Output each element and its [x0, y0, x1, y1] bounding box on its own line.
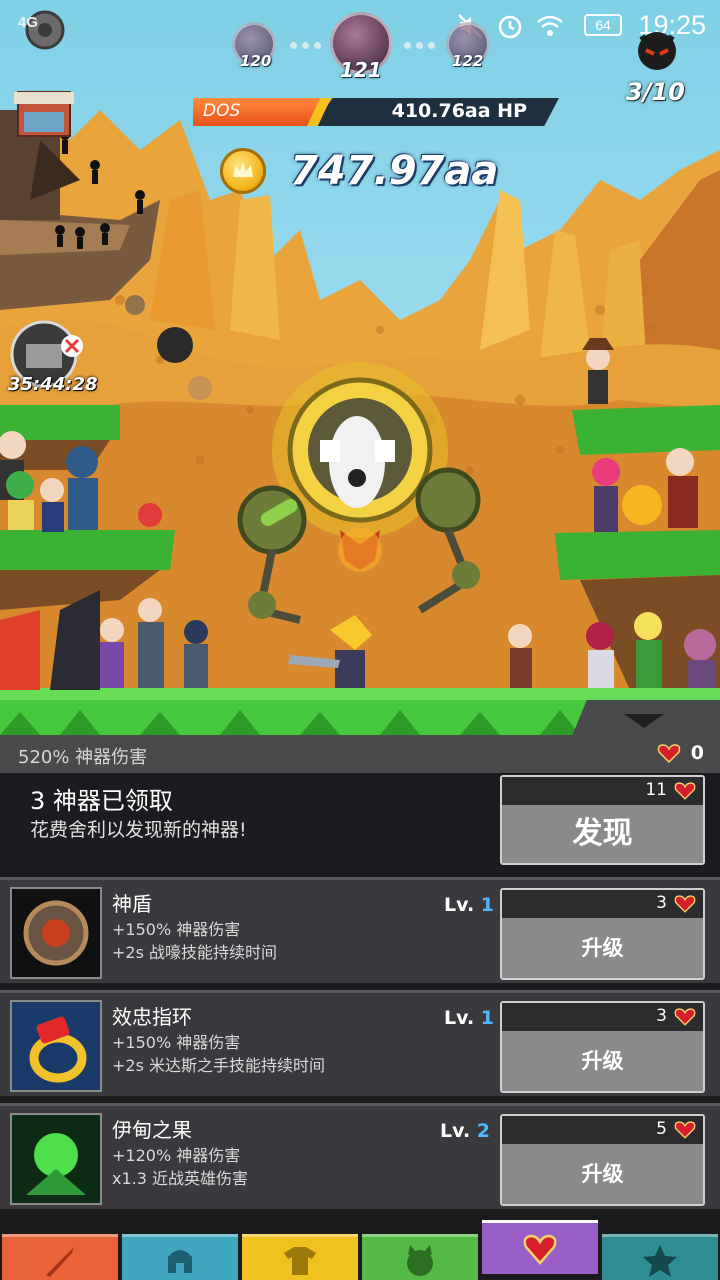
upgrade-button[interactable]: 5 升级: [500, 1114, 705, 1206]
fruit-icon: [10, 1113, 102, 1205]
discover-section: 3 神器已领取 花费舍利以发现新的神器! 11 发现: [0, 773, 720, 873]
artifact-damage-bar: 520% 神器伤害 0: [0, 735, 720, 773]
artifact-name: 效忠指环: [112, 1005, 192, 1029]
wifi-icon: [537, 15, 563, 36]
discover-cost: 11: [502, 777, 703, 805]
tab-equipment[interactable]: [242, 1234, 358, 1280]
artifact-row: 效忠指环 +150% 神器伤害 +2s 米达斯之手技能持续时间 Lv. 1 3 …: [0, 990, 720, 1096]
artifacts-owned-title: 3 神器已领取: [30, 787, 173, 815]
sword-icon: [46, 1247, 74, 1277]
ring-icon: [10, 1000, 102, 1092]
stage-dot: [428, 42, 435, 49]
shirt-icon: [284, 1247, 316, 1275]
prev-stage-number: 120: [240, 52, 272, 70]
artifact-level: Lv. 2: [440, 1120, 491, 1142]
battery-indicator: 64: [584, 14, 622, 36]
bottom-tab-bar: [0, 1220, 720, 1280]
boss-face-icon: [638, 32, 676, 70]
discover-button[interactable]: 11 发现: [500, 775, 705, 865]
battle-scene[interactable]: 4G 64 19:25 120 121 122 3/10 DOS 410.76a…: [0, 0, 720, 735]
gold-amount: 747.97aa: [290, 148, 499, 194]
chevron-down-icon: [624, 714, 664, 728]
upgrade-button-label: 升级: [502, 918, 703, 978]
discover-button-label: 发现: [502, 805, 703, 863]
upgrade-button[interactable]: 3 升级: [500, 888, 705, 980]
relic-count: 0: [690, 742, 704, 764]
panel-toggle-button[interactable]: [572, 700, 720, 736]
boss-name: DOS: [203, 101, 241, 121]
tab-artifacts[interactable]: [482, 1220, 598, 1274]
stage-dot: [404, 42, 411, 49]
star-icon: [643, 1245, 677, 1277]
stage-dot: [302, 42, 309, 49]
artifact-name: 神盾: [112, 892, 152, 916]
stage-dot: [314, 42, 321, 49]
boss-hp-bar: DOS 410.76aa HP: [193, 98, 559, 126]
relic-icon: [674, 1008, 696, 1026]
artifact-level: Lv. 1: [444, 894, 495, 916]
relic-icon: [674, 895, 696, 913]
artifact-effect: x1.3 近战英雄伤害: [112, 1169, 249, 1188]
boss-hp-value: 410.76aa HP: [391, 100, 527, 122]
artifact-effect: +150% 神器伤害: [112, 1033, 241, 1052]
gold-coin-icon: [220, 148, 266, 194]
network-indicator: 4G: [18, 14, 39, 31]
relic-icon: [657, 744, 681, 764]
upgrade-cost: 5: [502, 1116, 703, 1144]
artifact-level: Lv. 1: [444, 1007, 495, 1029]
discover-cost-value: 11: [645, 780, 667, 800]
artifact-effect: +2s 米达斯之手技能持续时间: [112, 1056, 326, 1075]
tab-heroes[interactable]: [122, 1234, 238, 1280]
upgrade-button-label: 升级: [502, 1144, 703, 1204]
shop-icon: [14, 91, 74, 137]
upgrade-cost: 3: [502, 1003, 703, 1031]
relic-icon: [674, 1121, 696, 1139]
upgrade-button[interactable]: 3 升级: [500, 1001, 705, 1093]
game-screen: 4G 64 19:25 120 121 122 3/10 DOS 410.76a…: [0, 0, 720, 1280]
upgrade-cost: 3: [502, 890, 703, 918]
aegis-shield-icon: [10, 887, 102, 979]
stage-dot: [416, 42, 423, 49]
winged-heart-icon: [523, 1234, 557, 1265]
pet-icon: [407, 1245, 433, 1276]
artifact-effect: +120% 神器伤害: [112, 1146, 241, 1165]
wave-counter: 3/10: [626, 78, 685, 106]
artifact-name: 伊甸之果: [112, 1118, 192, 1142]
tab-achievements[interactable]: [602, 1234, 718, 1280]
helmet-icon: [168, 1250, 192, 1273]
artifact-effect: +150% 神器伤害: [112, 920, 241, 939]
artifact-row: 神盾 +150% 神器伤害 +2s 战嚎技能持续时间 Lv. 1 3 升级: [0, 877, 720, 983]
current-stage-number: 121: [340, 58, 382, 82]
artifact-effect: +2s 战嚎技能持续时间: [112, 943, 278, 962]
tab-sword[interactable]: [2, 1234, 118, 1280]
relic-icon: [674, 782, 696, 800]
upgrade-button-label: 升级: [502, 1031, 703, 1091]
stage-dot: [290, 42, 297, 49]
tab-pets[interactable]: [362, 1234, 478, 1280]
artifact-row: 伊甸之果 +120% 神器伤害 x1.3 近战英雄伤害 Lv. 2 5 升级: [0, 1103, 720, 1209]
next-stage-number: 122: [452, 52, 484, 70]
alarm-icon: [498, 15, 522, 39]
artifact-damage-bonus: 520% 神器伤害: [18, 747, 148, 768]
fairy-timer: 35:44:28: [8, 374, 98, 395]
discover-description: 花费舍利以发现新的神器!: [30, 819, 247, 841]
